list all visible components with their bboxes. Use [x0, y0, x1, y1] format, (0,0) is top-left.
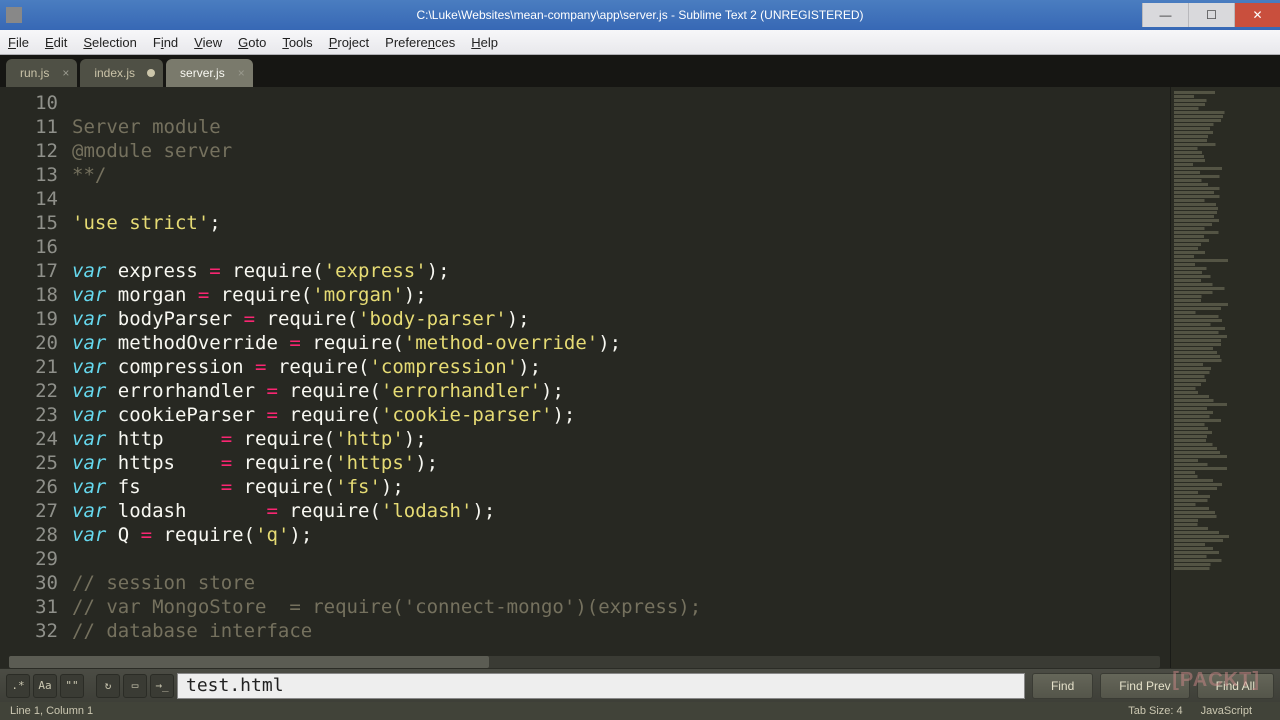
case-toggle[interactable]: Aa: [33, 674, 57, 698]
menu-selection[interactable]: Selection: [75, 32, 144, 53]
statusbar: Line 1, Column 1 Tab Size: 4 JavaScript: [0, 702, 1280, 720]
app-icon: [6, 7, 22, 23]
wholeword-toggle[interactable]: "": [60, 674, 84, 698]
tab-server-js[interactable]: server.js ×: [166, 59, 253, 87]
minimap[interactable]: [1170, 87, 1280, 668]
editor[interactable]: 1011121314151617181920212223242526272829…: [0, 87, 1280, 668]
close-icon[interactable]: ×: [238, 66, 245, 80]
minimize-button[interactable]: —: [1142, 3, 1188, 27]
find-prev-button[interactable]: Find Prev: [1100, 673, 1189, 699]
menu-help[interactable]: Help: [463, 32, 506, 53]
find-button[interactable]: Find: [1032, 673, 1093, 699]
cursor-position: Line 1, Column 1: [10, 705, 93, 717]
tab-label: run.js: [20, 66, 49, 80]
menu-find[interactable]: Find: [145, 32, 186, 53]
tab-size[interactable]: Tab Size: 4: [1128, 705, 1182, 717]
menu-goto[interactable]: Goto: [230, 32, 274, 53]
menu-project[interactable]: Project: [321, 32, 377, 53]
regex-toggle[interactable]: .*: [6, 674, 30, 698]
tab-label: index.js: [94, 66, 135, 80]
maximize-button[interactable]: ☐: [1188, 3, 1234, 27]
close-button[interactable]: ✕: [1234, 3, 1280, 27]
titlebar: C:\Luke\Websites\mean-company\app\server…: [0, 0, 1280, 30]
dirty-icon: [147, 69, 155, 77]
tab-run-js[interactable]: run.js ×: [6, 59, 77, 87]
highlight-toggle[interactable]: →_: [150, 674, 174, 698]
find-panel: .* Aa "" ↻ ▭ →_ Find Find Prev Find All: [0, 668, 1280, 702]
find-all-button[interactable]: Find All: [1197, 673, 1274, 699]
tab-index-js[interactable]: index.js: [80, 59, 163, 87]
menu-edit[interactable]: Edit: [37, 32, 75, 53]
code-area[interactable]: Server module@module server**/ 'use stri…: [72, 87, 1170, 668]
wrap-toggle[interactable]: ↻: [96, 674, 120, 698]
line-gutter: 1011121314151617181920212223242526272829…: [0, 87, 72, 668]
scrollbar-thumb[interactable]: [9, 656, 489, 668]
menu-view[interactable]: View: [186, 32, 230, 53]
find-input[interactable]: [177, 673, 1025, 699]
tab-label: server.js: [180, 66, 225, 80]
menubar: File Edit Selection Find View Goto Tools…: [0, 30, 1280, 55]
tabbar: run.js × index.js server.js ×: [0, 55, 1280, 87]
menu-preferences[interactable]: Preferences: [377, 32, 463, 53]
menu-tools[interactable]: Tools: [274, 32, 320, 53]
window-title: C:\Luke\Websites\mean-company\app\server…: [0, 8, 1280, 22]
inselection-toggle[interactable]: ▭: [123, 674, 147, 698]
syntax-mode[interactable]: JavaScript: [1201, 705, 1252, 717]
close-icon[interactable]: ×: [62, 66, 69, 80]
menu-file[interactable]: File: [0, 32, 37, 53]
horizontal-scrollbar[interactable]: [9, 656, 1160, 668]
